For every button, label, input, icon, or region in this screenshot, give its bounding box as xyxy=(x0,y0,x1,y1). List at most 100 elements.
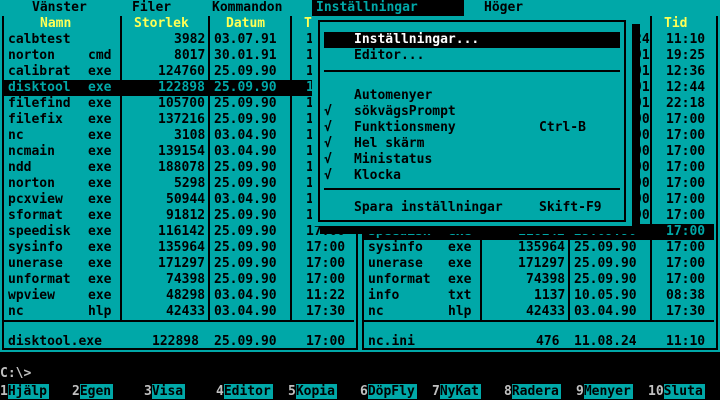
function-key[interactable]: 6DöpFly xyxy=(360,384,417,400)
file-size: 137216 xyxy=(158,112,205,127)
file-size: 8017 xyxy=(174,48,206,63)
file-row[interactable]: unerase exe 171297 25.09.90 17:00 xyxy=(4,256,354,272)
file-row[interactable]: sformat exe 91812 25.09.90 1 xyxy=(4,208,354,224)
file-time: 17:00 xyxy=(666,144,706,159)
file-row[interactable]: filefind exe 105700 25.09.90 1 xyxy=(4,96,354,112)
dropdown-item[interactable]: √ Hel skärm xyxy=(324,136,620,152)
function-key-number: 7 xyxy=(432,384,440,399)
file-row[interactable]: calibrat exe 124760 25.09.90 1 xyxy=(4,64,354,80)
file-ext: exe xyxy=(88,224,112,239)
function-key[interactable]: 2Egen xyxy=(72,384,114,400)
file-name: unformat xyxy=(8,272,71,287)
dropdown-item-label: Hel skärm xyxy=(354,136,425,151)
function-key-number: 3 xyxy=(144,384,152,399)
file-row[interactable]: norton cmd 8017 30.01.91 1 xyxy=(4,48,354,64)
file-date: 03.04.90 xyxy=(214,128,277,143)
file-row[interactable]: nc hlp 42433 03.04.90 17:30 xyxy=(364,304,714,320)
menu-hoger[interactable]: Höger xyxy=(480,0,527,16)
file-row[interactable]: calbtest 3982 03.07.91 1 xyxy=(4,32,354,48)
function-key[interactable]: 9Menyer xyxy=(576,384,633,400)
function-key-label: Hjälp xyxy=(7,384,49,399)
file-date: 30.01.91 xyxy=(214,48,277,63)
function-key[interactable]: 5Kopia xyxy=(288,384,337,400)
dropdown-item[interactable]: Automenyer xyxy=(324,88,620,104)
command-line-area xyxy=(0,352,720,384)
file-date: 25.09.90 xyxy=(214,112,277,127)
file-date-tail: 90 xyxy=(634,208,650,223)
file-row[interactable]: filefix exe 137216 25.09.90 1 xyxy=(4,112,354,128)
function-key[interactable]: 7NyKat xyxy=(432,384,481,400)
file-ext: exe xyxy=(88,272,112,287)
function-key[interactable]: 3Visa xyxy=(144,384,186,400)
file-name: nc xyxy=(8,304,24,319)
file-row[interactable]: speedisk exe 116142 25.09.90 17:00 xyxy=(364,224,714,240)
dropdown-item[interactable]: √ Klocka xyxy=(324,168,620,184)
file-row[interactable]: nc hlp 42433 03.04.90 17:30 xyxy=(4,304,354,320)
file-name: sysinfo xyxy=(368,240,423,255)
left-status-file: disktool.exe xyxy=(8,334,102,349)
dropdown-item[interactable]: Editor... xyxy=(324,48,620,64)
dropdown-item[interactable]: Inställningar... xyxy=(324,32,620,48)
file-ext: hlp xyxy=(88,304,112,319)
file-date: 25.09.90 xyxy=(214,176,277,191)
menu-kommandon[interactable]: Kommandon xyxy=(208,0,286,16)
file-row[interactable]: speedisk exe 116142 25.09.90 17:00 xyxy=(4,224,354,240)
file-size: 3982 xyxy=(174,32,206,47)
file-size: 91812 xyxy=(166,208,206,223)
file-row[interactable]: ncmain exe 139154 03.04.90 1 xyxy=(4,144,354,160)
function-key-number: 1 xyxy=(0,384,8,399)
file-date: 25.09.90 xyxy=(214,224,277,239)
file-row[interactable]: sysinfo exe 135964 25.09.90 17:00 xyxy=(364,240,714,256)
file-size: 135964 xyxy=(158,240,205,255)
dropdown-separator xyxy=(324,188,620,190)
file-row[interactable]: pcxview exe 50944 03.04.90 1 xyxy=(4,192,354,208)
file-row[interactable]: disktool exe 122898 25.09.90 1 xyxy=(4,80,354,96)
menu-bar: Vänster Filer Kommandon Inställningar Hö… xyxy=(0,0,720,16)
file-row[interactable]: unformat exe 74398 25.09.90 17:00 xyxy=(364,272,714,288)
file-size: 139154 xyxy=(158,144,205,159)
file-ext: exe xyxy=(88,176,112,191)
dropdown-item[interactable]: √ Ministatus xyxy=(324,152,620,168)
function-key[interactable]: 8Radera xyxy=(504,384,561,400)
dropdown-item-shortcut: Ctrl-B xyxy=(539,120,586,135)
file-row[interactable]: info txt 1137 10.05.90 08:38 xyxy=(364,288,714,304)
file-name: nc xyxy=(8,128,24,143)
dropdown-item[interactable]: √ sökvägsPrompt xyxy=(324,104,620,120)
file-row[interactable]: unformat exe 74398 25.09.90 17:00 xyxy=(4,272,354,288)
file-row[interactable]: sysinfo exe 135964 25.09.90 17:00 xyxy=(4,240,354,256)
right-status-time: 11:10 xyxy=(666,334,706,349)
file-row[interactable]: norton exe 5298 25.09.90 1 xyxy=(4,176,354,192)
file-time: 17:00 xyxy=(306,272,346,287)
function-key[interactable]: 10Sluta xyxy=(648,384,705,400)
function-key-label: Kopia xyxy=(295,384,337,399)
file-date: 03.04.90 xyxy=(214,144,277,159)
command-prompt[interactable]: C:\> xyxy=(0,366,31,382)
file-date-tail: 91 xyxy=(634,96,650,111)
file-size: 50944 xyxy=(166,192,206,207)
file-row[interactable]: wpview exe 48298 03.04.90 11:22 xyxy=(4,288,354,304)
function-key[interactable]: 4Editor xyxy=(216,384,273,400)
left-status-size: 122898 xyxy=(152,334,199,349)
file-ext: txt xyxy=(448,288,472,303)
file-date: 25.09.90 xyxy=(214,256,277,271)
file-row[interactable]: nc exe 3108 03.04.90 1 xyxy=(4,128,354,144)
file-ext: exe xyxy=(88,208,112,223)
dropdown-item[interactable]: √ Funktionsmeny Ctrl-B xyxy=(324,120,620,136)
file-ext: exe xyxy=(448,272,472,287)
file-time: 17:00 xyxy=(666,240,706,255)
file-date-tail: 91 xyxy=(634,64,650,79)
menu-vanster[interactable]: Vänster xyxy=(28,0,91,16)
file-time: 17:00 xyxy=(306,224,346,239)
file-size: 171297 xyxy=(158,256,205,271)
function-key[interactable]: 1Hjälp xyxy=(0,384,49,400)
menu-installningar[interactable]: Inställningar xyxy=(312,0,464,16)
function-key-number: 8 xyxy=(504,384,512,399)
file-row[interactable]: unerase exe 171297 25.09.90 17:00 xyxy=(364,256,714,272)
dropdown-item[interactable]: Spara inställningar Skift-F9 xyxy=(324,200,620,216)
file-name: ndd xyxy=(8,160,32,175)
file-date: 25.09.90 xyxy=(214,64,277,79)
file-row[interactable]: ndd exe 188078 25.09.90 1 xyxy=(4,160,354,176)
menu-filer[interactable]: Filer xyxy=(128,0,175,16)
file-ext: exe xyxy=(88,64,112,79)
dropdown-item-label: sökvägsPrompt xyxy=(354,104,456,119)
